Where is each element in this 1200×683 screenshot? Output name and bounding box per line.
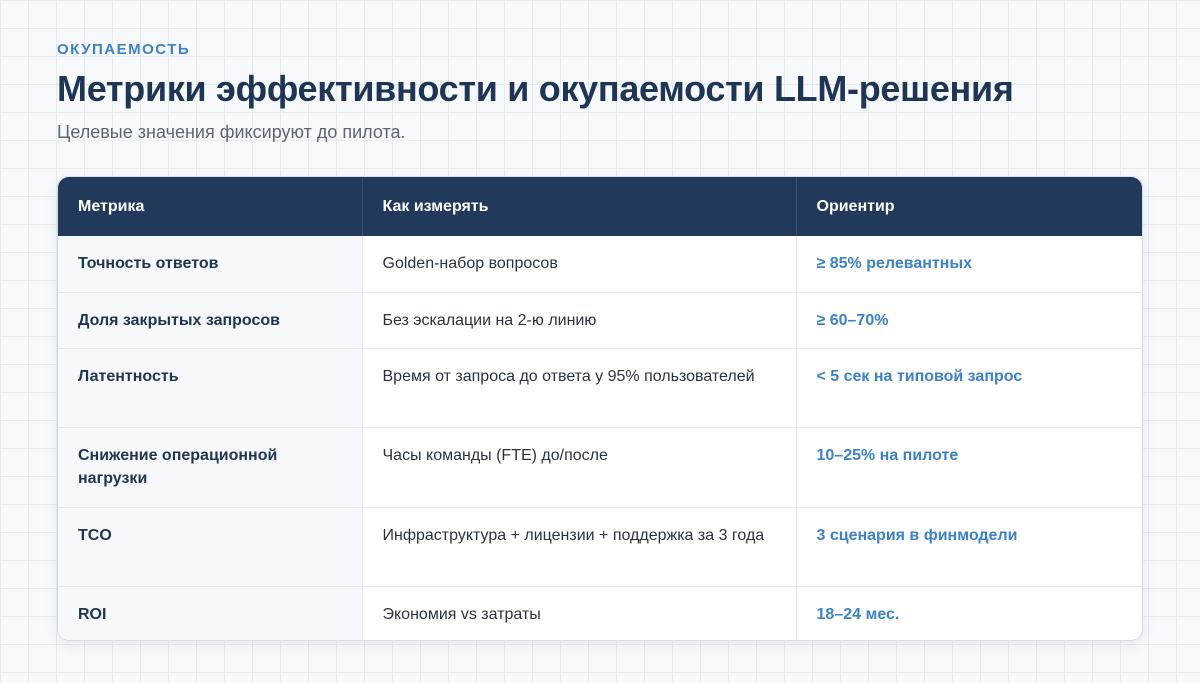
method-cell: Время от запроса до ответа у 95% пользов… — [362, 348, 797, 428]
table-row: Точность ответов Golden-набор вопросов ≥… — [58, 236, 1142, 293]
metric-cell: Доля закрытых запросов — [58, 292, 363, 349]
target-cell: < 5 сек на типовой запрос — [796, 348, 1142, 428]
column-header-target: Ориентир — [816, 197, 895, 215]
method-cell: Часы команды (FTE) до/после — [362, 427, 797, 508]
page-subtitle: Целевые значения фиксируют до пилота. — [57, 122, 406, 142]
target-cell: ≥ 60–70% — [796, 292, 1142, 349]
method-cell: Экономия vs затраты — [362, 586, 797, 640]
target-cell: 3 сценария в финмодели — [796, 507, 1142, 587]
target-cell: 18–24 мес. — [816, 605, 900, 623]
method-cell: Golden-набор вопросов — [362, 236, 797, 293]
table-header-row: Метрика Как измерять Ориентир — [58, 177, 1142, 236]
metrics-table-card: Метрика Как измерять Ориентир Точность о… — [57, 176, 1143, 641]
metrics-table: Метрика Как измерять Ориентир Точность о… — [58, 177, 1142, 640]
metric-cell: Снижение операционной нагрузки — [58, 427, 363, 508]
column-header-method: Как измерять — [362, 177, 797, 236]
method-cell: Инфраструктура + лицензии + поддержка за… — [362, 507, 797, 587]
metric-cell: Латентность — [58, 348, 363, 428]
target-cell: ≥ 85% релевантных — [796, 236, 1142, 293]
page-title: Метрики эффективности и окупаемости LLM-… — [57, 68, 1014, 109]
target-cell: 10–25% на пилоте — [796, 427, 1142, 508]
metric-cell: Точность ответов — [58, 236, 363, 293]
section-eyebrow: ОКУПАЕМОСТЬ — [57, 41, 191, 58]
metric-cell: ROI — [58, 586, 363, 640]
column-header-metric: Метрика — [58, 177, 363, 236]
table-row: ROI Экономия vs затраты 18–24 мес. — [58, 586, 1142, 640]
method-cell: Без эскалации на 2-ю линию — [362, 292, 797, 349]
table-row: Снижение операционной нагрузки Часы кома… — [58, 427, 1142, 508]
metric-cell: TCO — [58, 507, 363, 587]
table-row: Латентность Время от запроса до ответа у… — [58, 348, 1142, 428]
table-row: Доля закрытых запросов Без эскалации на … — [58, 292, 1142, 349]
table-row: TCO Инфраструктура + лицензии + поддержк… — [58, 507, 1142, 587]
